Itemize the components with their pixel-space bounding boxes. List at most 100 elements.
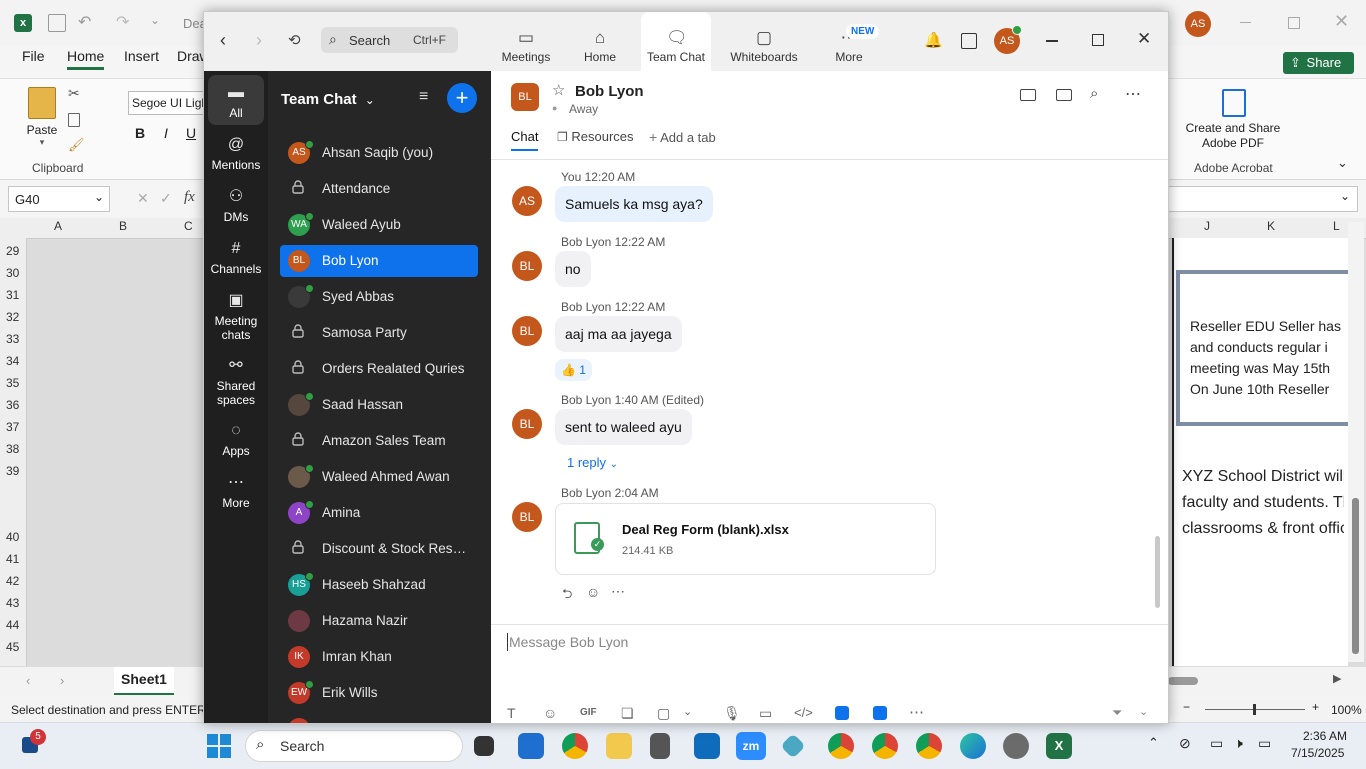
rail-more[interactable]: ⋯ More: [208, 473, 264, 510]
row-number[interactable]: 32: [0, 310, 32, 324]
message-avatar[interactable]: BL: [512, 502, 542, 532]
chat-search-icon[interactable]: ⌕: [1090, 85, 1098, 102]
zoom-slider[interactable]: [1205, 704, 1305, 715]
menu-file[interactable]: File: [22, 48, 45, 64]
tab-team-chat[interactable]: 🗨 Team Chat: [641, 12, 711, 71]
tab-more[interactable]: ⋯ More: [824, 12, 874, 71]
zoom-slider-thumb[interactable]: [1253, 704, 1256, 715]
scroll-right-icon[interactable]: ▶: [1333, 672, 1341, 685]
share-button[interactable]: ⇪ Share ⌄: [1283, 52, 1354, 92]
send-options-icon[interactable]: ⏷: [1112, 705, 1122, 721]
zoom-maximize-icon[interactable]: [1092, 34, 1104, 46]
column-b[interactable]: B: [119, 219, 127, 233]
font-name-box[interactable]: Segoe UI Ligh: [128, 91, 207, 115]
zoom-search-box[interactable]: ⌕ Search Ctrl+F: [321, 27, 458, 53]
new-chat-button[interactable]: +: [447, 83, 477, 113]
column-a[interactable]: A: [54, 219, 62, 233]
message-avatar[interactable]: BL: [512, 251, 542, 281]
excel-taskbar-icon[interactable]: X: [1046, 733, 1072, 759]
chat-header-avatar[interactable]: BL: [511, 83, 539, 111]
app-2-icon[interactable]: [873, 706, 887, 720]
tab-meetings[interactable]: ▭ Meetings: [494, 12, 558, 71]
video-call-icon[interactable]: [1020, 89, 1036, 101]
formula-input[interactable]: [1168, 186, 1358, 212]
chrome-icon[interactable]: [562, 733, 588, 759]
contact-item[interactable]: A Amina: [280, 497, 478, 529]
create-share-adobe-pdf-button[interactable]: Create and Share Adobe PDF: [1182, 121, 1284, 151]
message-composer-input[interactable]: Message Bob Lyon: [505, 631, 1145, 655]
qat-more-icon[interactable]: ⌄: [150, 13, 160, 27]
confirm-entry-icon[interactable]: ✓: [160, 190, 172, 207]
forward-icon[interactable]: ›: [256, 30, 262, 51]
row-number[interactable]: 38: [0, 442, 32, 456]
message-bubble[interactable]: no: [555, 251, 591, 287]
message-avatar[interactable]: BL: [512, 409, 542, 439]
copy-icon[interactable]: [68, 113, 80, 127]
contact-item[interactable]: Discount & Stock Reser...: [280, 533, 478, 565]
zoom-close-icon[interactable]: ✕: [1137, 29, 1151, 49]
zoom-minimize-icon[interactable]: [1046, 40, 1058, 42]
undo-icon[interactable]: ↶: [78, 12, 91, 32]
attach-file-icon[interactable]: ❏: [621, 705, 634, 722]
rail-mentions[interactable]: @ Mentions: [208, 135, 264, 172]
file-attachment-card[interactable]: ✓ Deal Reg Form (blank).xlsx 214.41 KB: [555, 503, 936, 575]
display-icon[interactable]: ▭: [1210, 735, 1223, 752]
menu-insert[interactable]: Insert: [124, 48, 159, 64]
cancel-entry-icon[interactable]: ✕: [137, 190, 149, 207]
message-bubble[interactable]: Samuels ka msg aya?: [555, 186, 713, 222]
row-number[interactable]: 41: [0, 552, 32, 566]
vertical-scroll-thumb[interactable]: [1352, 498, 1359, 654]
gif-icon[interactable]: GIF: [580, 707, 597, 718]
chat-header-name[interactable]: Bob Lyon: [575, 83, 644, 100]
message-bubble[interactable]: sent to waleed ayu: [555, 409, 692, 445]
contact-item[interactable]: WA Waleed Ayub: [280, 209, 478, 241]
contact-item[interactable]: Samosa Party: [280, 317, 478, 349]
format-text-icon[interactable]: T: [507, 705, 516, 721]
chrome-profile-2-icon[interactable]: [872, 733, 898, 759]
star-icon[interactable]: ☆: [552, 81, 565, 99]
row-number[interactable]: 34: [0, 354, 32, 368]
windows-start-icon[interactable]: [207, 734, 231, 758]
taskbar-search[interactable]: ⌕ Search: [245, 730, 463, 762]
format-painter-icon[interactable]: 🖌: [68, 137, 85, 153]
filter-icon[interactable]: ≡: [419, 88, 428, 106]
textbox-2[interactable]: XYZ School District will l faculty and s…: [1176, 460, 1344, 550]
settings-icon[interactable]: [1003, 733, 1029, 759]
calculator-icon[interactable]: [650, 733, 670, 759]
notifications-bell-icon[interactable]: 🔔: [924, 31, 943, 49]
column-k[interactable]: K: [1267, 219, 1275, 233]
history-icon[interactable]: ⟲: [288, 31, 301, 49]
column-l[interactable]: L: [1333, 219, 1340, 233]
redo-icon[interactable]: ↷: [116, 12, 129, 32]
chat-tab-resources[interactable]: ❐ Resources: [557, 129, 634, 144]
menu-home[interactable]: Home: [67, 48, 105, 70]
video-message-icon[interactable]: ▭: [759, 705, 772, 722]
app-1-icon[interactable]: [835, 706, 849, 720]
contact-item[interactable]: Saad Hassan: [280, 389, 478, 421]
contact-item[interactable]: Orders Realated Quries: [280, 353, 478, 385]
contact-item[interactable]: IK Imran Khan: [280, 641, 478, 673]
column-j[interactable]: J: [1204, 219, 1210, 233]
task-view-icon[interactable]: [474, 736, 494, 756]
screenshot-chevron-icon[interactable]: ⌄: [683, 705, 692, 718]
excel-maximize-icon[interactable]: [1288, 17, 1300, 29]
tab-home[interactable]: ⌂ Home: [570, 12, 630, 71]
screenshot-icon[interactable]: ▢: [657, 705, 670, 722]
code-snippet-icon[interactable]: </>: [794, 705, 813, 720]
cut-icon[interactable]: ✂: [68, 85, 80, 102]
tray-chevron-icon[interactable]: ⌃: [1148, 735, 1159, 751]
excel-minimize-icon[interactable]: [1240, 22, 1251, 23]
zoom-out-icon[interactable]: −: [1183, 700, 1190, 714]
rail-all[interactable]: ▬ All: [208, 75, 264, 125]
row-number[interactable]: 45: [0, 640, 32, 654]
italic-button[interactable]: I: [164, 125, 168, 141]
contact-item[interactable]: EW Erik Wills: [280, 677, 478, 709]
row-number[interactable]: 40: [0, 530, 32, 544]
emoji-icon[interactable]: ☺: [543, 705, 557, 721]
outlook-icon[interactable]: [694, 733, 720, 759]
rail-dms[interactable]: ⚇ DMs: [208, 187, 264, 224]
rail-channels[interactable]: # Channels: [208, 239, 264, 276]
file-explorer-icon[interactable]: [606, 733, 632, 759]
tab-whiteboards[interactable]: ▢ Whiteboards: [724, 12, 804, 71]
chrome-profile-1-icon[interactable]: [828, 733, 854, 759]
